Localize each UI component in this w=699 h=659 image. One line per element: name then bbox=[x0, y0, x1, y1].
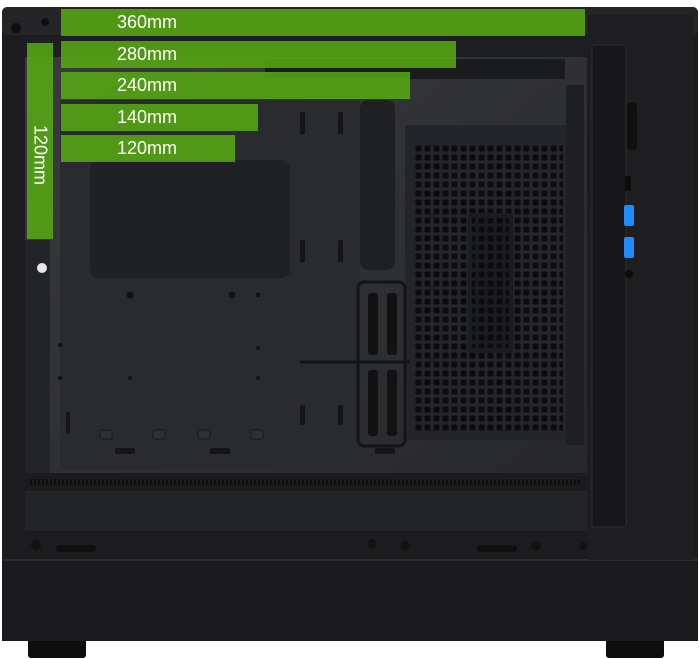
right-rail bbox=[566, 85, 584, 445]
front-radiator-label: 120mm bbox=[30, 124, 51, 186]
case-bottom-bezel bbox=[2, 560, 698, 641]
radiator-bar-360mm: 360mm bbox=[61, 9, 585, 36]
tray-cutout-large bbox=[90, 160, 290, 278]
radiator-bar-140mm: 140mm bbox=[61, 104, 258, 131]
usb-c-port-icon[interactable] bbox=[625, 176, 631, 191]
usb-port-icon[interactable] bbox=[624, 205, 634, 226]
power-button-icon[interactable] bbox=[627, 103, 637, 150]
radiator-bar-120mm: 120mm bbox=[61, 135, 235, 162]
cable-cutout bbox=[360, 100, 395, 270]
pc-case-radiator-diagram: 360mm 280mm 240mm 140mm 120mm 120mm bbox=[0, 0, 699, 659]
radiator-bar-280mm: 280mm bbox=[61, 41, 456, 68]
audio-jack-icon[interactable] bbox=[625, 270, 633, 278]
usb-port-icon[interactable] bbox=[624, 237, 634, 258]
left-frame bbox=[25, 240, 50, 480]
radiator-bar-240mm: 240mm bbox=[61, 72, 410, 99]
psu-shroud bbox=[25, 491, 587, 531]
front-panel-inner bbox=[591, 44, 627, 528]
